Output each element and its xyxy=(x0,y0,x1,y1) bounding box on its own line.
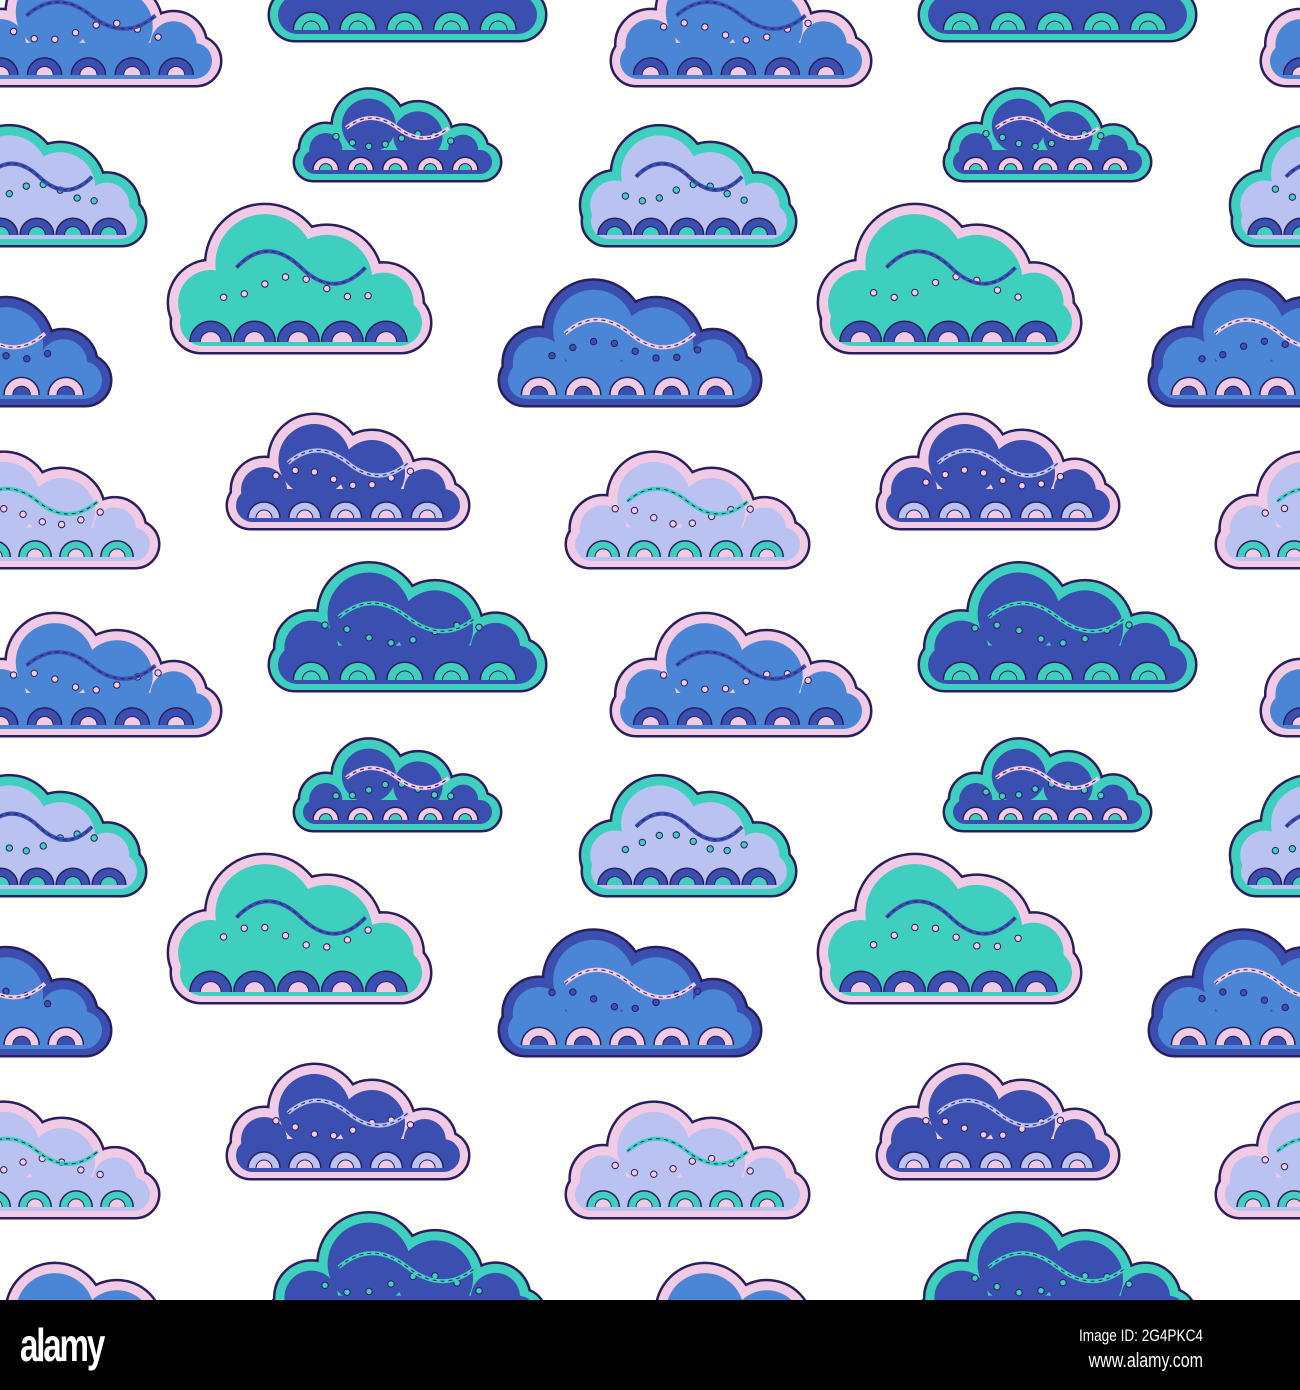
alamy-logo: alamy xyxy=(20,1319,105,1371)
cloud xyxy=(655,1261,807,1300)
image-id: Image ID: 2G4PKC4 xyxy=(1079,1326,1203,1345)
cloud xyxy=(564,1100,811,1220)
cloud xyxy=(1147,928,1300,1058)
cloud xyxy=(1214,450,1300,570)
cloud-pattern-fill xyxy=(1270,1273,1300,1300)
cloud xyxy=(1214,1100,1300,1220)
cloud xyxy=(942,87,1153,183)
cloud xyxy=(166,852,433,1005)
cloud xyxy=(816,202,1083,355)
cloud xyxy=(875,412,1121,531)
cloud xyxy=(578,773,798,898)
cloud xyxy=(0,0,223,88)
cloud xyxy=(267,560,548,693)
cloud xyxy=(921,1210,1194,1300)
cloud xyxy=(609,0,873,88)
cloud xyxy=(292,737,503,833)
cloud xyxy=(1259,7,1300,88)
cloud xyxy=(0,773,148,898)
stock-image: alamy Image ID: 2G4PKC4 www.alamy.com xyxy=(0,0,1300,1390)
cloud xyxy=(497,928,763,1058)
cloud xyxy=(0,295,113,408)
cloud xyxy=(1259,657,1300,738)
cloud xyxy=(917,560,1198,693)
cloud xyxy=(578,123,798,248)
cloud xyxy=(271,1210,544,1300)
cloud xyxy=(564,450,811,570)
site-url: www.alamy.com xyxy=(1088,1350,1203,1372)
cloud xyxy=(0,945,113,1058)
cloud xyxy=(0,450,161,570)
cloud xyxy=(816,852,1083,1005)
cloud xyxy=(0,1100,161,1220)
cloud xyxy=(917,0,1198,43)
cloud xyxy=(1262,1264,1300,1300)
watermark-bar: alamy Image ID: 2G4PKC4 www.alamy.com xyxy=(0,1300,1300,1390)
cloud xyxy=(225,412,471,531)
cloud xyxy=(1147,278,1300,408)
cloud xyxy=(609,611,873,738)
cloud xyxy=(267,0,548,43)
cloud xyxy=(942,737,1153,833)
cloud xyxy=(0,611,223,738)
cloud xyxy=(0,123,148,248)
cloud xyxy=(1228,124,1300,248)
cloud xyxy=(497,278,763,408)
cloud xyxy=(166,202,433,355)
cloud xyxy=(225,1062,471,1181)
cloud xyxy=(5,1261,157,1300)
cloud xyxy=(292,87,503,183)
cloud xyxy=(875,1062,1121,1181)
cloud xyxy=(1228,774,1300,898)
cloud-pattern xyxy=(0,0,1300,1300)
